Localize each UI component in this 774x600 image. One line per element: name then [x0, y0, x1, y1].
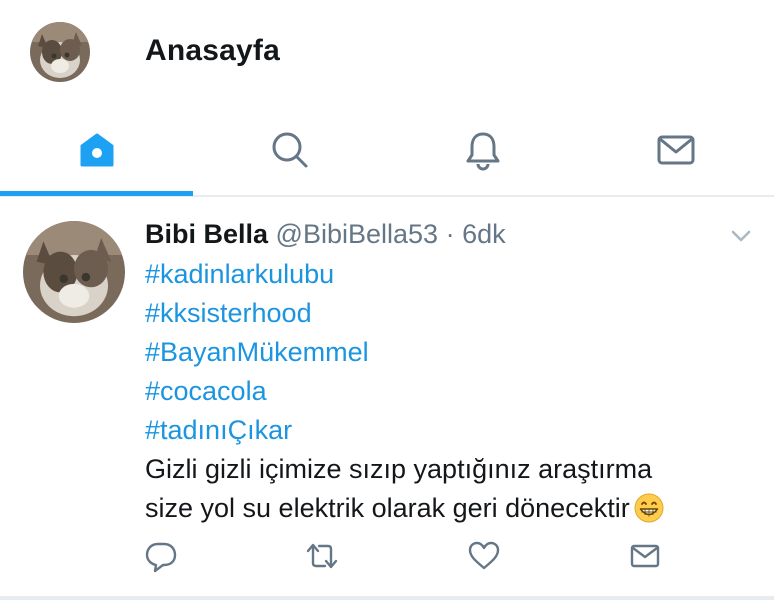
profile-avatar[interactable]	[30, 22, 90, 82]
tweet-author-avatar[interactable]	[23, 221, 125, 323]
grinning-face-emoji	[634, 493, 664, 523]
tweet-text-line: Gizli gizli içimize sızıp yaptığınız ara…	[145, 454, 653, 484]
hashtag-link[interactable]: #kadinlarkulubu	[145, 255, 755, 294]
tweet-text-line-last: size yol su elektrik olarak geri dönecek…	[145, 489, 755, 528]
chevron-down-icon[interactable]	[730, 227, 752, 245]
search-icon	[272, 132, 307, 168]
tab-home[interactable]	[0, 105, 193, 195]
hashtag-link[interactable]: #cocacola	[145, 372, 755, 411]
direct-message-icon[interactable]	[628, 539, 662, 573]
tab-search[interactable]	[193, 105, 386, 195]
hashtag-link[interactable]: #BayanMükemmel	[145, 333, 755, 372]
tweet-header: Bibi Bella @BibiBella53 · 6dk	[145, 219, 506, 250]
home-icon	[80, 133, 113, 167]
author-name[interactable]: Bibi Bella	[145, 219, 268, 249]
page-title: Anasayfa	[145, 34, 281, 67]
tweet-actions	[0, 539, 774, 583]
tweet-text-line: size yol su elektrik olarak geri dönecek…	[145, 493, 630, 523]
cat-avatar-image	[23, 221, 125, 323]
tweet-timestamp[interactable]: 6dk	[462, 219, 506, 249]
retweet-icon[interactable]	[305, 539, 339, 573]
tab-bar	[0, 105, 774, 197]
tweet-divider	[0, 596, 774, 600]
meta-separator: ·	[445, 219, 455, 249]
cat-avatar-image	[30, 22, 90, 82]
reply-icon[interactable]	[144, 539, 178, 573]
hashtag-link[interactable]: #kksisterhood	[145, 294, 755, 333]
author-handle[interactable]: @BibiBella53	[276, 219, 439, 249]
hashtag-link[interactable]: #tadınıÇıkar	[145, 411, 755, 450]
bell-icon	[466, 132, 499, 171]
tab-notifications[interactable]	[386, 105, 579, 195]
tweet-card[interactable]: Bibi Bella @BibiBella53 · 6dk #kadinlark…	[0, 199, 774, 589]
app-header: Anasayfa	[0, 0, 774, 105]
active-tab-indicator	[0, 191, 193, 196]
tweet-text: #kadinlarkulubu #kksisterhood #BayanMüke…	[145, 255, 755, 528]
like-heart-icon[interactable]	[467, 539, 501, 573]
mail-icon	[657, 135, 694, 165]
tab-messages[interactable]	[579, 105, 772, 195]
